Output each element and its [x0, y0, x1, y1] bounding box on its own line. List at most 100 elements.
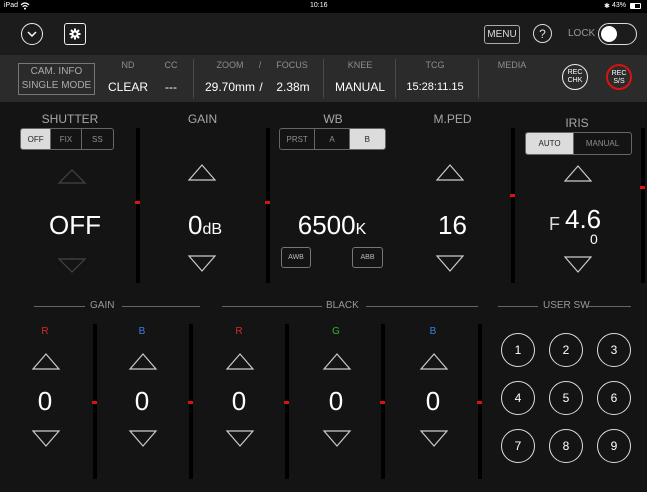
wb-option-prst[interactable]: PRST	[280, 129, 316, 149]
black-g-level-marker	[380, 401, 385, 404]
gain-b-down-arrow-icon[interactable]	[128, 430, 158, 447]
gain-up-arrow-icon[interactable]	[187, 164, 217, 181]
user-sw-8-button[interactable]: 8	[549, 429, 583, 463]
black-g-value: 0	[328, 386, 344, 416]
black-r-down-arrow-icon[interactable]	[225, 430, 255, 447]
iris-mode-segment: AUTO MANUAL	[525, 132, 632, 155]
upper-controls: SHUTTER OFF FIX SS OFF GAIN 0dB WB PRST …	[0, 102, 647, 290]
gain-r-down-arrow-icon[interactable]	[31, 430, 61, 447]
gain-b-value: 0	[134, 386, 150, 416]
divider	[478, 59, 479, 98]
mped-up-arrow-icon[interactable]	[435, 164, 465, 181]
device-label: iPad	[4, 2, 19, 9]
mped-down-arrow-icon[interactable]	[435, 255, 465, 272]
iris-down-arrow-icon[interactable]	[563, 256, 593, 273]
user-sw-3-button[interactable]: 3	[597, 333, 631, 367]
mped-level-bar[interactable]	[511, 128, 515, 283]
iris-option-auto[interactable]: AUTO	[526, 133, 575, 154]
cam-info-button[interactable]: CAM. INFO SINGLE MODE	[18, 63, 95, 95]
rec-check-button[interactable]: REC CHK	[562, 64, 588, 90]
divider	[222, 306, 322, 307]
mped-title: M.PED	[433, 112, 472, 126]
rec-ss-line1: REC	[611, 70, 627, 77]
user-sw-6-button[interactable]: 6	[597, 381, 631, 415]
gain-r-value: 0	[37, 386, 53, 416]
black-r-value: 0	[231, 386, 247, 416]
divider	[122, 306, 200, 307]
shutter-mode-segment: OFF FIX SS	[20, 128, 114, 150]
mped-level-marker	[510, 194, 515, 197]
gear-icon	[69, 28, 81, 40]
iris-level-bar[interactable]	[641, 128, 645, 283]
battery-percent: 43%	[612, 2, 627, 9]
gain-unit: dB	[202, 221, 223, 238]
single-mode-label: SINGLE MODE	[21, 80, 92, 91]
gain-r-up-arrow-icon[interactable]	[31, 353, 61, 370]
awb-button[interactable]: AWB	[281, 247, 311, 268]
focus-label: FOCUS	[276, 60, 308, 70]
settings-button[interactable]	[64, 23, 86, 45]
battery-icon	[630, 3, 641, 9]
shutter-option-off[interactable]: OFF	[21, 129, 52, 149]
cam-info-label: CAM. INFO	[30, 66, 83, 77]
lock-toggle[interactable]	[598, 23, 637, 45]
collapse-button[interactable]	[21, 23, 43, 45]
black-b-down-arrow-icon[interactable]	[419, 430, 449, 447]
iris-up-arrow-icon[interactable]	[563, 165, 593, 182]
zoom-value: 29.70mm	[204, 80, 256, 94]
bluetooth-icon: ✱	[604, 3, 610, 10]
rec-check-line1: REC	[567, 69, 583, 76]
shutter-option-fix[interactable]: FIX	[51, 129, 82, 149]
abb-button[interactable]: ABB	[352, 247, 383, 268]
black-b-up-arrow-icon[interactable]	[419, 353, 449, 370]
user-sw-title: USER SW	[543, 300, 590, 311]
menu-button[interactable]: MENU	[484, 25, 520, 44]
shutter-level-bar[interactable]	[136, 128, 140, 283]
iris-sub-value: 0	[590, 231, 598, 247]
black-r-up-arrow-icon[interactable]	[225, 353, 255, 370]
black-g-down-arrow-icon[interactable]	[322, 430, 352, 447]
user-sw-5-button[interactable]: 5	[549, 381, 583, 415]
user-sw-9-button[interactable]: 9	[597, 429, 631, 463]
user-sw-4-button[interactable]: 4	[501, 381, 535, 415]
gain-down-arrow-icon[interactable]	[187, 255, 217, 272]
iris-option-manual[interactable]: MANUAL	[574, 133, 631, 154]
focus-value: 2.38m	[276, 80, 310, 94]
help-button[interactable]: ?	[533, 24, 552, 43]
wb-mode-segment: PRST A B	[279, 128, 386, 150]
wb-option-a[interactable]: A	[315, 129, 350, 149]
knee-label: KNEE	[347, 60, 373, 70]
shutter-option-ss[interactable]: SS	[82, 129, 113, 149]
black-g-label: G	[332, 326, 340, 337]
black-r-label: R	[235, 326, 243, 337]
black-b-label: B	[429, 326, 437, 337]
divider	[498, 306, 538, 307]
divider	[193, 59, 194, 98]
shutter-down-arrow-icon[interactable]	[57, 258, 87, 273]
iris-f-prefix: F	[549, 214, 560, 234]
rec-start-stop-button[interactable]: REC S/S	[606, 64, 632, 90]
gain-b-up-arrow-icon[interactable]	[128, 353, 158, 370]
user-sw-7-button[interactable]: 7	[501, 429, 535, 463]
wb-value-wrap: 6500K	[282, 210, 382, 241]
gain-r-label: R	[41, 326, 49, 337]
gain-value-wrap: 0dB	[160, 210, 250, 241]
shutter-up-arrow-icon[interactable]	[57, 169, 87, 184]
black-b-level-marker	[477, 401, 482, 404]
user-sw-2-button[interactable]: 2	[549, 333, 583, 367]
black-b-value: 0	[425, 386, 441, 416]
rec-ss-line2: S/S	[613, 78, 625, 85]
media-label: MEDIA	[497, 60, 527, 70]
knee-value: MANUAL	[334, 80, 385, 94]
mped-value: 16	[438, 210, 467, 240]
gain-level-bar[interactable]	[266, 128, 270, 283]
gain-title: GAIN	[187, 112, 218, 126]
divider	[395, 59, 396, 98]
black-g-up-arrow-icon[interactable]	[322, 353, 352, 370]
nd-value: CLEAR	[107, 80, 148, 94]
user-sw-1-button[interactable]: 1	[501, 333, 535, 367]
info-bar: CAM. INFO SINGLE MODE ND CLEAR CC --- ZO…	[0, 55, 647, 102]
gain-value: 0	[187, 210, 203, 240]
wb-option-b[interactable]: B	[349, 129, 385, 149]
status-bar: iPad 10:16 ✱ 43%	[0, 0, 647, 13]
